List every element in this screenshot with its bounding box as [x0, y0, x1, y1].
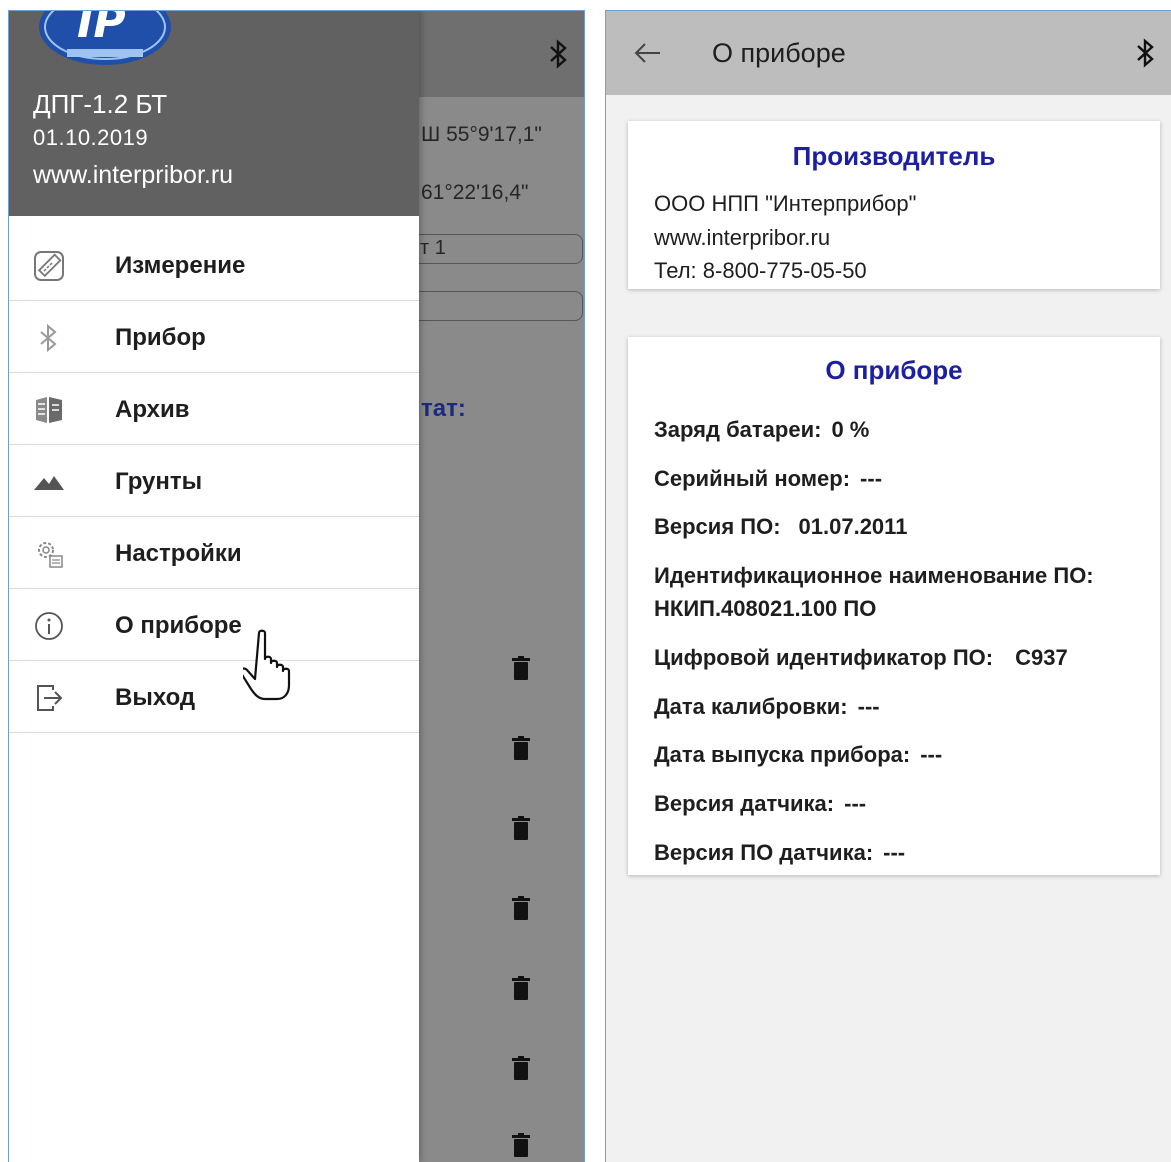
- menu-item-settings[interactable]: Настройки: [9, 519, 419, 589]
- ruler-icon: [34, 251, 64, 281]
- settings-icon: [38, 542, 63, 568]
- menu-item-archive[interactable]: Архив: [9, 375, 419, 445]
- background-field[interactable]: т 1: [409, 234, 583, 264]
- back-arrow-icon[interactable]: [634, 41, 662, 65]
- toolbar: О приборе: [606, 11, 1171, 95]
- website-link[interactable]: www.interpribor.ru: [33, 161, 233, 190]
- release-value: ---: [920, 742, 943, 767]
- sensor-fw-label: Версия ПО датчика:: [654, 840, 874, 865]
- company-name: ООО НПП "Интерприбор": [654, 191, 917, 216]
- sensor-version-row: Версия датчика: ---: [654, 791, 866, 817]
- drawer-header: IP ДПГ-1.2 БТ 01.10.2019 www.interpribor…: [9, 11, 419, 216]
- trash-icon[interactable]: [512, 976, 530, 1000]
- battery-label: Заряд батареи:: [654, 417, 822, 442]
- navigation-drawer: IP ДПГ-1.2 БТ 01.10.2019 www.interpribor…: [9, 11, 419, 1162]
- sensor-fw-row: Версия ПО датчика: ---: [654, 840, 905, 866]
- right-screen: О приборе Производитель ООО НПП "Интерпр…: [605, 10, 1171, 1162]
- menu-item-label: Выход: [115, 684, 196, 711]
- serial-row: Серийный номер: ---: [654, 466, 882, 492]
- menu-item-label: О приборе: [115, 612, 242, 639]
- battery-row: Заряд батареи: 0 %: [654, 417, 869, 443]
- company-phone[interactable]: Тел: 8-800-775-05-50: [654, 258, 867, 284]
- sensor-version-label: Версия датчика:: [654, 791, 835, 816]
- device-date: 01.10.2019: [33, 125, 149, 150]
- background-field-value: т 1: [420, 237, 446, 259]
- device-name: ДПГ-1.2 БТ: [33, 89, 168, 119]
- trash-icon[interactable]: [512, 656, 530, 680]
- left-screen: Ш 55°9'17,1" 61°22'16,4" т 1 тат: IP ДПГ…: [8, 10, 585, 1162]
- serial-value: ---: [860, 466, 883, 491]
- firmware-value: 01.07.2011: [798, 514, 908, 539]
- menu-item-device[interactable]: Прибор: [9, 303, 419, 373]
- company-website[interactable]: www.interpribor.ru: [654, 225, 830, 251]
- background-field-empty[interactable]: [409, 291, 583, 321]
- calibration-label: Дата калибровки:: [654, 694, 848, 719]
- page-title: О приборе: [712, 38, 846, 68]
- info-icon: [35, 612, 63, 640]
- firmware-label: Версия ПО:: [654, 514, 781, 539]
- sw-id-value: НКИП.408021.100 ПО: [654, 596, 877, 621]
- gps-longitude: 61°22'16,4": [421, 181, 529, 204]
- digital-id-row: Цифровой идентификатор ПО: C937: [654, 645, 1068, 671]
- menu-item-measurement[interactable]: Измерение: [9, 231, 419, 301]
- battery-value: 0 %: [831, 417, 870, 442]
- serial-label: Серийный номер:: [654, 466, 851, 491]
- digital-id-label: Цифровой идентификатор ПО:: [654, 645, 994, 670]
- hand-pointer-icon: [243, 629, 291, 701]
- exit-icon: [37, 685, 63, 711]
- trash-icon[interactable]: [512, 1133, 530, 1157]
- device-info-card: О приборе Заряд батареи: 0 % Серийный ном…: [628, 337, 1160, 875]
- trash-icon[interactable]: [512, 736, 530, 760]
- bluetooth-icon[interactable]: [1135, 38, 1157, 68]
- menu-item-about[interactable]: О приборе: [9, 591, 419, 661]
- calibration-value: ---: [857, 694, 880, 719]
- trash-icon[interactable]: [512, 816, 530, 840]
- release-row: Дата выпуска прибора: ---: [654, 742, 942, 768]
- card-title: Производитель: [792, 141, 996, 171]
- sw-id-label: Идентификационное наименование ПО:: [654, 563, 1094, 589]
- bluetooth-icon: [40, 323, 57, 353]
- digital-id-value: C937: [1015, 645, 1068, 670]
- menu-item-label: Измерение: [115, 252, 246, 279]
- release-label: Дата выпуска прибора:: [654, 742, 911, 767]
- menu-item-label: Настройки: [115, 540, 242, 567]
- archive-icon: [36, 397, 62, 423]
- menu-item-exit[interactable]: Выход: [9, 663, 419, 733]
- trash-icon[interactable]: [512, 896, 530, 920]
- trash-icon[interactable]: [512, 1056, 530, 1080]
- sw-id-label-text: Идентификационное наименование ПО:: [654, 563, 1094, 588]
- sensor-version-value: ---: [844, 791, 867, 816]
- mountains-icon: [34, 476, 64, 490]
- bluetooth-icon[interactable]: [548, 39, 570, 69]
- menu-item-label: Архив: [115, 396, 190, 423]
- menu-item-label: Грунты: [115, 468, 203, 495]
- result-label: тат:: [421, 395, 466, 422]
- menu-item-soils[interactable]: Грунты: [9, 447, 419, 517]
- sensor-fw-value: ---: [883, 840, 906, 865]
- manufacturer-card: Производитель ООО НПП "Интерприбор" www.…: [628, 121, 1160, 289]
- calibration-row: Дата калибровки: ---: [654, 694, 880, 720]
- gps-latitude: Ш 55°9'17,1": [421, 123, 542, 146]
- svg-text:IP: IP: [77, 10, 126, 48]
- menu-item-label: Прибор: [115, 324, 206, 351]
- interpribor-logo: IP: [39, 10, 171, 65]
- card-title: О приборе: [825, 355, 963, 385]
- firmware-row: Версия ПО: 01.07.2011: [654, 514, 907, 540]
